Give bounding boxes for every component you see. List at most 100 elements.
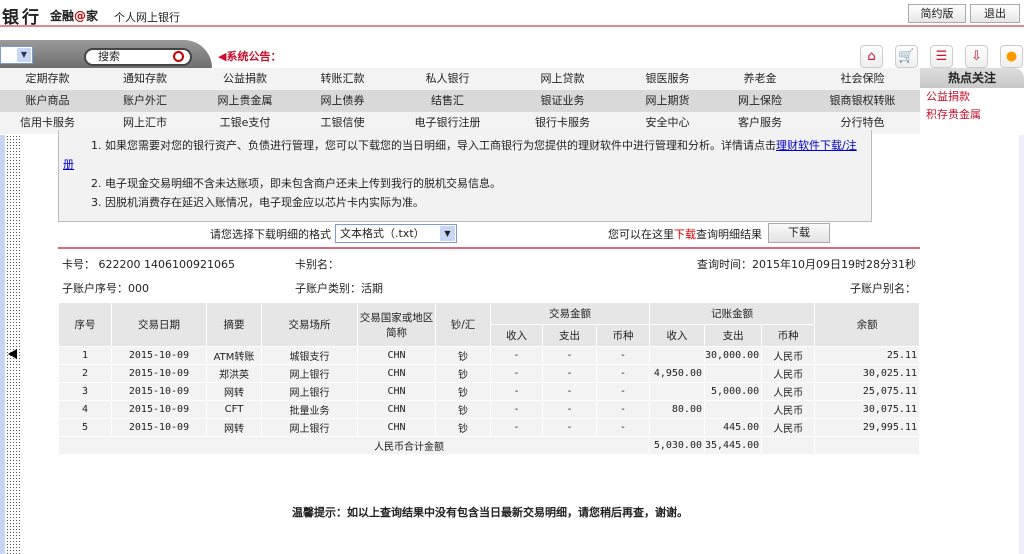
format-label: 请您选择下载明细的格式 — [210, 228, 331, 241]
headset-icon[interactable]: ● — [1000, 45, 1023, 68]
menu-item[interactable]: 网上保险 — [715, 90, 805, 112]
menu-item[interactable]: 通知存款 — [95, 68, 195, 90]
menu-item[interactable]: 公益捐款 — [195, 68, 295, 90]
table-row: 3 2015-10-09 网转 网上银行 CHN 钞 - - -5,000.00 人民币 25,07… — [58, 382, 920, 401]
splitter[interactable] — [6, 135, 20, 554]
table-cell: 2015-10-09 — [111, 400, 207, 419]
table-cell — [703, 400, 763, 419]
menu-item[interactable]: 网上贷款 — [505, 68, 620, 90]
table-cell: 钞 — [435, 418, 491, 437]
divider — [58, 247, 920, 249]
search-input[interactable]: 搜索 — [84, 48, 192, 66]
left-scrollbar[interactable] — [0, 135, 5, 554]
table-cell: 人民币 — [761, 418, 816, 437]
col-book-amount: 记账金额 — [648, 302, 816, 325]
table-cell — [703, 364, 763, 383]
table-cell: 网转 — [206, 382, 262, 401]
table-cell: 3 — [58, 382, 112, 401]
table-cell: CHN — [357, 418, 436, 437]
download-hint: 您可以在这里下载查询明细结果 — [608, 226, 762, 242]
table-cell — [649, 346, 705, 365]
menu-item[interactable]: 网上债券 — [295, 90, 390, 112]
hot-topics-title: 热点关注 — [920, 68, 1024, 88]
search-icon[interactable] — [173, 51, 184, 62]
menu-item[interactable]: 银医服务 — [620, 68, 715, 90]
slogan-at: @ — [74, 9, 87, 23]
col-trade-currency: 币种 — [596, 324, 650, 347]
table-cell: 30,025.11 — [814, 364, 920, 383]
menu-item[interactable]: 养老金 — [715, 68, 805, 90]
menu-item[interactable]: 网上贵金属 — [195, 90, 295, 112]
table-cell — [814, 436, 920, 455]
simple-version-button[interactable]: 简约版 — [908, 4, 966, 23]
note-3: 3. 因脱机消费存在延迟入账情况，电子现金应以芯片卡内实际为准。 — [91, 196, 424, 209]
col-trade-income: 收入 — [490, 324, 543, 347]
table-cell: 1 — [58, 346, 112, 365]
table-cell: 2015-10-09 — [111, 382, 207, 401]
slogan-a: 金融 — [50, 9, 75, 23]
table-cell: - — [596, 346, 650, 365]
menu-item[interactable]: 银商银权转账 — [805, 90, 920, 112]
table-cell: - — [542, 364, 597, 383]
table-cell: - — [542, 382, 597, 401]
table-cell: 2015-10-09 — [111, 364, 207, 383]
menu-item[interactable]: 私人银行 — [390, 68, 505, 90]
menu-row-2: 账户商品 账户外汇 网上贵金属 网上债券 结售汇 银证业务 网上期货 网上保险 银商银权转账 — [0, 90, 920, 112]
menu-item[interactable]: 结售汇 — [390, 90, 505, 112]
account-select[interactable]: ▼ — [0, 46, 33, 64]
table-cell: 钞 — [435, 346, 491, 365]
table-cell: 城银支行 — [261, 346, 358, 365]
download-inbox-icon[interactable]: ⇩ — [965, 45, 988, 68]
table-row: 1 2015-10-09 ATM转账 城银支行 CHN 钞 - - -30,000.00 人民币 2… — [58, 346, 920, 365]
table-cell: 5 — [58, 418, 112, 437]
home-icon[interactable]: ⌂ — [860, 45, 883, 68]
table-cell: 网转 — [206, 418, 262, 437]
table-cell: - — [596, 382, 650, 401]
col-book-currency: 币种 — [761, 324, 816, 347]
table-cell: - — [542, 346, 597, 365]
col-balance: 余额 — [814, 302, 920, 347]
format-value: 文本格式（.txt） — [340, 227, 425, 240]
table-cell: - — [490, 346, 543, 365]
contacts-icon[interactable]: ☰ — [930, 45, 953, 68]
menu-item[interactable]: 转账汇款 — [295, 68, 390, 90]
menu-item[interactable]: 定期存款 — [0, 68, 95, 90]
table-cell: 人民币 — [761, 364, 816, 383]
menu-item[interactable]: 银证业务 — [505, 90, 620, 112]
table-cell: CHN — [357, 346, 436, 365]
table-cell: - — [490, 382, 543, 401]
cart-icon[interactable]: 🛒 — [895, 45, 918, 68]
hot-link[interactable]: 公益捐款 — [920, 88, 1024, 106]
menu-item[interactable]: 网上期货 — [620, 90, 715, 112]
hot-link[interactable]: 积存贵金属 — [920, 106, 1024, 124]
system-notice[interactable]: ◀系统公告： — [218, 48, 281, 64]
menu-item[interactable]: 账户商品 — [0, 90, 95, 112]
format-select[interactable]: 文本格式（.txt） ▼ — [335, 224, 457, 243]
table-cell — [649, 418, 705, 437]
col-date: 交易日期 — [111, 302, 207, 347]
table-cell: 4,950.00 — [649, 364, 705, 383]
transaction-table: 序号 交易日期 摘要 交易场所 交易国家或地区简称 钞/汇 交易金额 记账金额 … — [58, 302, 920, 455]
logout-button[interactable]: 退出 — [970, 4, 1020, 23]
table-cell: 钞 — [435, 400, 491, 419]
sub-account-type: 子账户类别：活期 — [295, 282, 383, 295]
total-expense: 35,445.00 — [703, 436, 763, 455]
right-scrollbar[interactable] — [1019, 135, 1024, 554]
card-alias: 卡别名： — [295, 258, 339, 271]
table-cell: 网上银行 — [261, 382, 358, 401]
menu-item[interactable]: 社会保险 — [805, 68, 920, 90]
total-row: 人民币合计金额 5,030.00 35,445.00 — [58, 436, 920, 455]
total-income: 5,030.00 — [649, 436, 705, 455]
table-cell: CFT — [206, 400, 262, 419]
collapse-arrow-icon[interactable] — [8, 349, 17, 359]
table-cell: 2015-10-09 — [111, 418, 207, 437]
col-summary: 摘要 — [206, 302, 262, 347]
table-cell: - — [542, 400, 597, 419]
sub-account-alias: 子账户别名： — [850, 282, 916, 295]
download-button[interactable]: 下载 — [768, 223, 830, 243]
table-row: 2 2015-10-09 郑洪英 网上银行 CHN 钞 - - -4,950.00 人民币 30,0… — [58, 364, 920, 383]
menu-item[interactable]: 账户外汇 — [95, 90, 195, 112]
sub-account-no: 子账户序号：000 — [62, 282, 149, 295]
table-cell: 80.00 — [649, 400, 705, 419]
hint-b: 查询明细结果 — [696, 228, 762, 241]
